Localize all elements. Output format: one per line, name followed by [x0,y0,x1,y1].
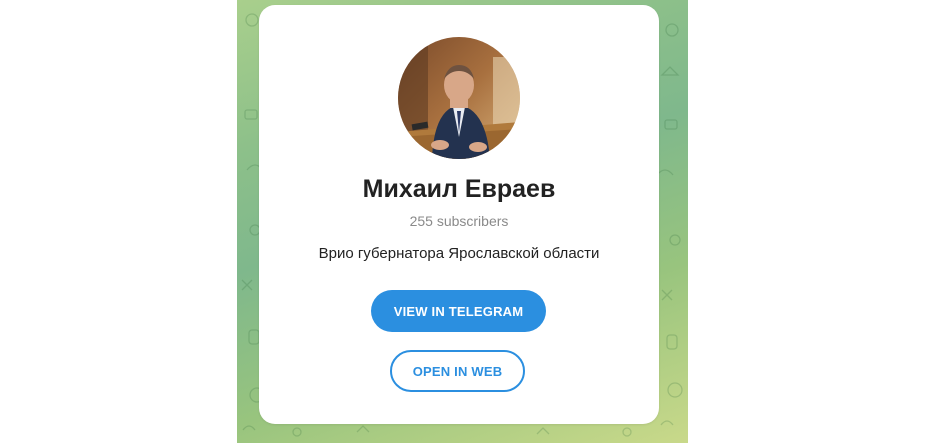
channel-name: Михаил Евраев [362,175,556,203]
channel-avatar [398,37,520,159]
subscriber-count: 255 subscribers [409,213,509,229]
open-in-web-button[interactable]: OPEN IN WEB [390,350,525,392]
channel-card: Михаил Евраев 255 subscribers Врио губер… [259,5,659,424]
channel-description: Врио губернатора Ярославской области [318,245,600,262]
view-in-telegram-button[interactable]: VIEW IN TELEGRAM [371,290,546,332]
